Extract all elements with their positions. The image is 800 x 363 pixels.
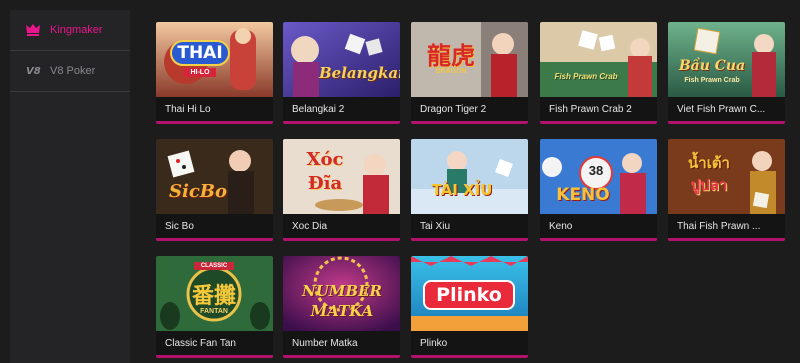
game-logo-subtext: ปูปลา bbox=[690, 176, 728, 194]
card-accent-bar bbox=[668, 121, 785, 124]
game-title: Number Matka bbox=[292, 338, 358, 349]
game-card-classic-fan-tan[interactable]: CLASSIC 番攤 FANTAN Classic Fan Tan bbox=[156, 256, 273, 358]
game-grid: THAI HI-LO Thai Hi Lo Belangkai Belangka… bbox=[0, 0, 800, 363]
game-logo-subtext: 38 bbox=[588, 163, 604, 178]
game-card-plinko[interactable]: Plinko Plinko bbox=[411, 256, 528, 358]
game-logo-text: KENO bbox=[556, 185, 610, 205]
game-title: Tai Xiu bbox=[420, 221, 451, 232]
game-title: Sic Bo bbox=[165, 221, 194, 232]
card-accent-bar bbox=[411, 355, 528, 358]
game-card-viet-fish-prawn-crab[interactable]: Bầu Cua Fish Prawn Crab Viet Fish Prawn … bbox=[668, 22, 785, 124]
game-thumbnail: Xóc Đĩa bbox=[283, 139, 400, 214]
game-logo-text: THAI bbox=[170, 40, 230, 66]
game-card-fish-prawn-crab-2[interactable]: Fish Prawn Crab Fish Prawn Crab 2 bbox=[540, 22, 657, 124]
game-logo-subtext: MATKA bbox=[310, 302, 374, 320]
game-title: Thai Fish Prawn ... bbox=[677, 221, 761, 232]
game-logo-subtext-2: FANTAN bbox=[200, 308, 228, 315]
game-thumbnail: TÀI XỈU bbox=[411, 139, 528, 214]
game-title: Plinko bbox=[420, 338, 448, 349]
game-logo-text: 番攤 bbox=[191, 283, 236, 309]
game-thumbnail: Plinko bbox=[411, 256, 528, 331]
game-thumbnail: น้ำเต้า ปูปลา bbox=[668, 139, 785, 214]
game-logo-text: Fish Prawn Crab bbox=[554, 72, 618, 81]
game-logo-subtext: DRAGON bbox=[435, 68, 467, 75]
game-logo-text: Bầu Cua bbox=[678, 58, 746, 74]
card-accent-bar bbox=[668, 238, 785, 241]
game-card-tai-xiu[interactable]: TÀI XỈU Tai Xiu bbox=[411, 139, 528, 241]
card-accent-bar bbox=[283, 355, 400, 358]
game-logo-subtext: Đĩa bbox=[307, 173, 343, 194]
game-logo-text: น้ำเต้า bbox=[688, 154, 730, 172]
game-title: Viet Fish Prawn C... bbox=[677, 104, 766, 115]
game-thumbnail: Belangkai bbox=[283, 22, 400, 97]
game-card-sic-bo[interactable]: SicBo Sic Bo bbox=[156, 139, 273, 241]
card-accent-bar bbox=[156, 121, 273, 124]
card-accent-bar bbox=[411, 238, 528, 241]
game-title: Keno bbox=[549, 221, 573, 232]
game-card-thai-fish-prawn-crab[interactable]: น้ำเต้า ปูปลา Thai Fish Prawn ... bbox=[668, 139, 785, 241]
card-accent-bar bbox=[283, 121, 400, 124]
card-accent-bar bbox=[283, 238, 400, 241]
card-accent-bar bbox=[156, 238, 273, 241]
card-accent-bar bbox=[411, 121, 528, 124]
game-logo-text: SicBo bbox=[168, 181, 228, 202]
game-title: Belangkai 2 bbox=[292, 104, 345, 115]
game-card-belangkai-2[interactable]: Belangkai Belangkai 2 bbox=[283, 22, 400, 124]
game-logo-text: 龍虎 bbox=[427, 41, 475, 70]
game-title: Dragon Tiger 2 bbox=[420, 104, 487, 115]
game-logo-subtext: HI-LO bbox=[184, 68, 216, 77]
game-card-dragon-tiger-2[interactable]: 龍虎 DRAGON Dragon Tiger 2 bbox=[411, 22, 528, 124]
game-logo-text: TÀI XỈU bbox=[431, 181, 493, 199]
card-accent-bar bbox=[540, 238, 657, 241]
game-logo-text: Plinko bbox=[423, 280, 515, 310]
game-thumbnail: NUMBER MATKA bbox=[283, 256, 400, 331]
game-thumbnail: 龍虎 DRAGON bbox=[411, 22, 528, 97]
game-logo-text: NUMBER bbox=[302, 282, 382, 300]
game-thumbnail: 38 KENO bbox=[540, 139, 657, 214]
game-thumbnail: Fish Prawn Crab bbox=[540, 22, 657, 97]
game-title: Fish Prawn Crab 2 bbox=[549, 104, 632, 115]
game-logo-text: Xóc bbox=[306, 149, 344, 170]
card-accent-bar bbox=[156, 355, 273, 358]
game-logo-subtext: Fish Prawn Crab bbox=[684, 77, 740, 84]
card-accent-bar bbox=[540, 121, 657, 124]
game-card-thai-hi-lo[interactable]: THAI HI-LO Thai Hi Lo bbox=[156, 22, 273, 124]
game-title: Classic Fan Tan bbox=[165, 338, 236, 349]
game-thumbnail: Bầu Cua Fish Prawn Crab bbox=[668, 22, 785, 97]
game-thumbnail: THAI HI-LO bbox=[156, 22, 273, 97]
game-thumbnail: SicBo bbox=[156, 139, 273, 214]
game-card-number-matka[interactable]: NUMBER MATKA Number Matka bbox=[283, 256, 400, 358]
game-title: Xoc Dia bbox=[292, 221, 328, 232]
game-title: Thai Hi Lo bbox=[165, 104, 211, 115]
game-logo-subtext: CLASSIC bbox=[194, 262, 234, 270]
game-logo-text: Belangkai bbox=[319, 64, 400, 82]
game-card-xoc-dia[interactable]: Xóc Đĩa Xoc Dia bbox=[283, 139, 400, 241]
game-card-keno[interactable]: 38 KENO Keno bbox=[540, 139, 657, 241]
game-thumbnail: CLASSIC 番攤 FANTAN bbox=[156, 256, 273, 331]
